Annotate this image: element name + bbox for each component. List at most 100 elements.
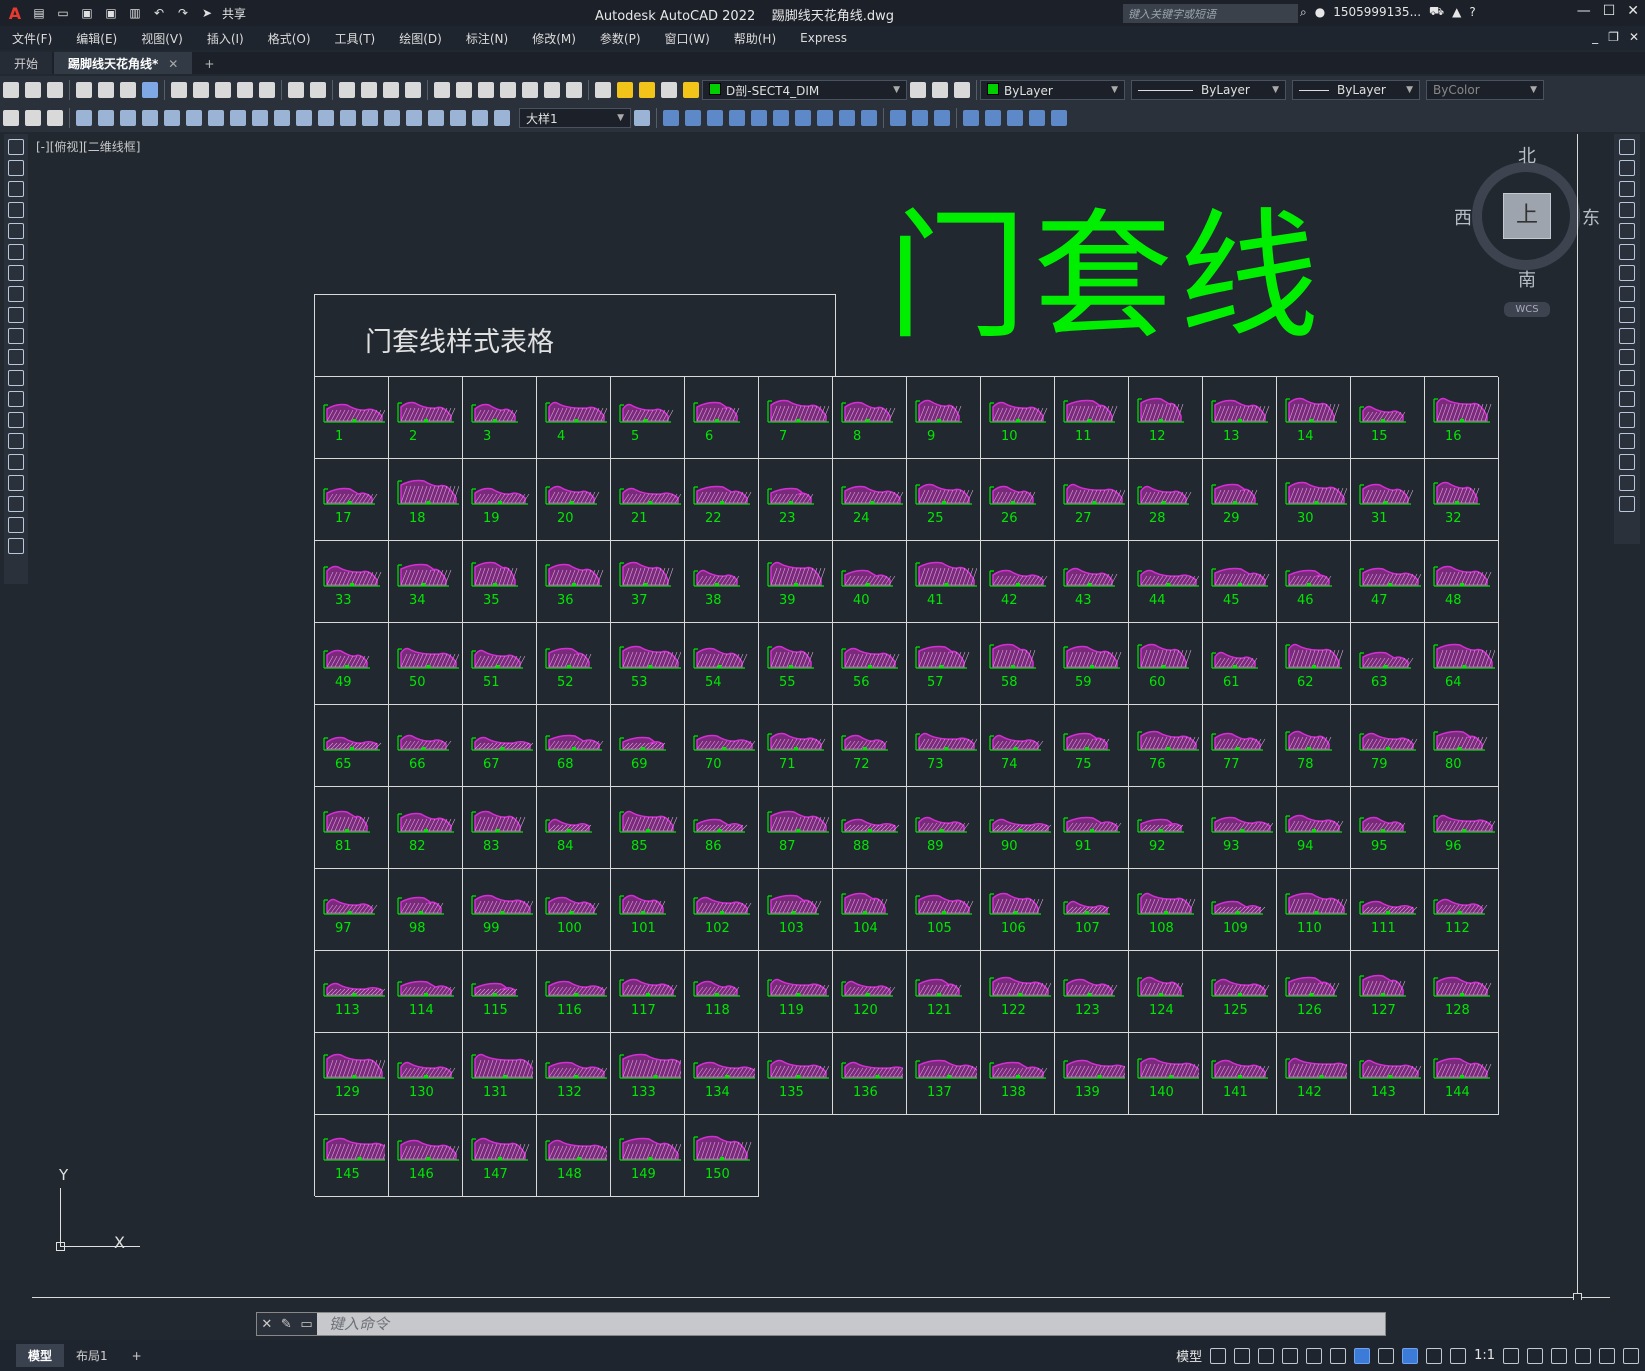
copy-icon[interactable] (1619, 160, 1635, 176)
array-icon[interactable] (773, 110, 789, 126)
undo-icon[interactable]: ↶ (150, 5, 168, 21)
join-icon[interactable] (861, 110, 877, 126)
region-icon[interactable] (8, 475, 24, 491)
sheet-set-icon[interactable] (500, 82, 516, 98)
rectangle-icon[interactable] (8, 223, 24, 239)
compass-south[interactable]: 南 (1518, 266, 1536, 292)
copy-icon[interactable] (193, 82, 209, 98)
profile-cell[interactable]: 98 (389, 869, 463, 951)
profile-cell[interactable]: 113 (315, 951, 389, 1033)
profile-cell[interactable]: 24 (833, 459, 907, 541)
profile-cell[interactable]: 108 (1129, 869, 1203, 951)
profile-cell[interactable]: 87 (759, 787, 833, 869)
profile-cell[interactable]: 124 (1129, 951, 1203, 1033)
profile-cell[interactable]: 37 (611, 541, 685, 623)
profile-cell[interactable]: 106 (981, 869, 1055, 951)
profile-cell[interactable]: 147 (463, 1115, 537, 1197)
doc-minimize-icon[interactable]: _ (1592, 30, 1598, 44)
profile-cell[interactable]: 30 (1277, 459, 1351, 541)
profile-cell[interactable]: 17 (315, 459, 389, 541)
hardware-acceleration-icon[interactable] (1551, 1347, 1567, 1364)
menu-item[interactable]: 视图(V) (129, 30, 195, 47)
profile-cell[interactable]: 28 (1129, 459, 1203, 541)
radius-dim-icon[interactable] (164, 110, 180, 126)
add-layout-button[interactable]: + (120, 1346, 154, 1366)
rotate-icon[interactable] (1619, 265, 1635, 281)
profile-cell[interactable]: 7 (759, 377, 833, 459)
object-snap-tracking-icon[interactable] (1330, 1347, 1347, 1364)
fillet-icon[interactable] (912, 110, 928, 126)
profile-cell[interactable]: 40 (833, 541, 907, 623)
profile-cell[interactable]: 59 (1055, 623, 1129, 705)
dimstyle-dropdown[interactable]: 大样1 ▼ (519, 108, 631, 128)
offset-icon[interactable] (1619, 202, 1635, 218)
user-icon[interactable]: ● (1315, 5, 1325, 19)
dim-edit-icon[interactable] (450, 110, 466, 126)
mirror-icon[interactable] (1619, 181, 1635, 197)
isometric-icon[interactable] (1306, 1347, 1323, 1364)
profile-cell[interactable]: 29 (1203, 459, 1277, 541)
copy-object-icon[interactable] (685, 110, 701, 126)
profile-cell[interactable]: 144 (1425, 1033, 1499, 1115)
explode-icon[interactable] (1619, 496, 1635, 512)
profile-cell[interactable]: 38 (685, 541, 759, 623)
drawing-canvas[interactable]: [-][俯视][二维线框] 门套线 门套线样式表格 1 2 3 4 5 6 7 8 9 10 11 1… (32, 134, 1610, 1300)
profile-cell[interactable]: 70 (685, 705, 759, 787)
help-icon[interactable] (566, 82, 582, 98)
save-icon[interactable]: ▣ (78, 5, 96, 21)
profile-cell[interactable]: 101 (611, 869, 685, 951)
menu-item[interactable]: 修改(M) (520, 30, 588, 47)
profile-cell[interactable]: 22 (685, 459, 759, 541)
profile-cell[interactable]: 80 (1425, 705, 1499, 787)
break-icon[interactable] (839, 110, 855, 126)
profile-cell[interactable]: 141 (1203, 1033, 1277, 1115)
draworder-front-icon[interactable] (963, 110, 979, 126)
profile-cell[interactable]: 19 (463, 459, 537, 541)
lineweight-dropdown[interactable]: ByLayer ▼ (1292, 80, 1420, 100)
print-icon[interactable] (76, 82, 92, 98)
polar-icon[interactable] (1282, 1347, 1299, 1364)
profile-cell[interactable]: 47 (1351, 541, 1425, 623)
profile-cell[interactable]: 110 (1277, 869, 1351, 951)
profile-cell[interactable]: 138 (981, 1033, 1055, 1115)
profile-cell[interactable]: 55 (759, 623, 833, 705)
cart-icon[interactable]: ⛟ (1429, 4, 1444, 20)
profile-cell[interactable]: 74 (981, 705, 1055, 787)
profile-cell[interactable]: 8 (833, 377, 907, 459)
open-file-icon[interactable]: ▭ (54, 5, 72, 21)
profile-cell[interactable]: 9 (907, 377, 981, 459)
profile-cell[interactable]: 134 (685, 1033, 759, 1115)
add-selected-icon[interactable] (8, 538, 24, 554)
menu-item[interactable]: 工具(T) (323, 30, 388, 47)
profile-cell[interactable]: 130 (389, 1033, 463, 1115)
app-menu-button[interactable]: A (6, 4, 24, 23)
profile-cell[interactable]: 132 (537, 1033, 611, 1115)
profile-cell[interactable]: 72 (833, 705, 907, 787)
angular-dim-icon[interactable] (230, 110, 246, 126)
light-bulb-icon[interactable] (617, 82, 633, 98)
profile-cell[interactable]: 149 (611, 1115, 685, 1197)
profile-cell[interactable]: 119 (759, 951, 833, 1033)
zoom-realtime-icon[interactable] (361, 82, 377, 98)
insert-block-icon[interactable] (8, 370, 24, 386)
profile-cell[interactable]: 83 (463, 787, 537, 869)
search-icon[interactable]: ⌕ (1300, 5, 1307, 20)
draworder-back-icon[interactable] (985, 110, 1001, 126)
profile-cell[interactable]: 13 (1203, 377, 1277, 459)
layer-walk-icon[interactable] (25, 110, 41, 126)
close-tab-icon[interactable]: ✕ (168, 57, 178, 71)
profile-cell[interactable]: 129 (315, 1033, 389, 1115)
pan-icon[interactable] (339, 82, 355, 98)
mtext-icon[interactable] (8, 517, 24, 533)
profile-cell[interactable]: 117 (611, 951, 685, 1033)
viewport-freeze-icon[interactable] (661, 82, 677, 98)
annotation-scale-value[interactable]: 1:1 (1474, 1348, 1495, 1363)
profile-cell[interactable]: 39 (759, 541, 833, 623)
layer-properties-icon[interactable] (595, 82, 611, 98)
object-snap-icon[interactable] (1354, 1347, 1371, 1364)
profile-cell[interactable]: 21 (611, 459, 685, 541)
polygon-icon[interactable] (8, 202, 24, 218)
break-icon[interactable] (1619, 391, 1635, 407)
profile-cell[interactable]: 71 (759, 705, 833, 787)
model-space-button[interactable]: 模型 (1176, 1346, 1202, 1365)
